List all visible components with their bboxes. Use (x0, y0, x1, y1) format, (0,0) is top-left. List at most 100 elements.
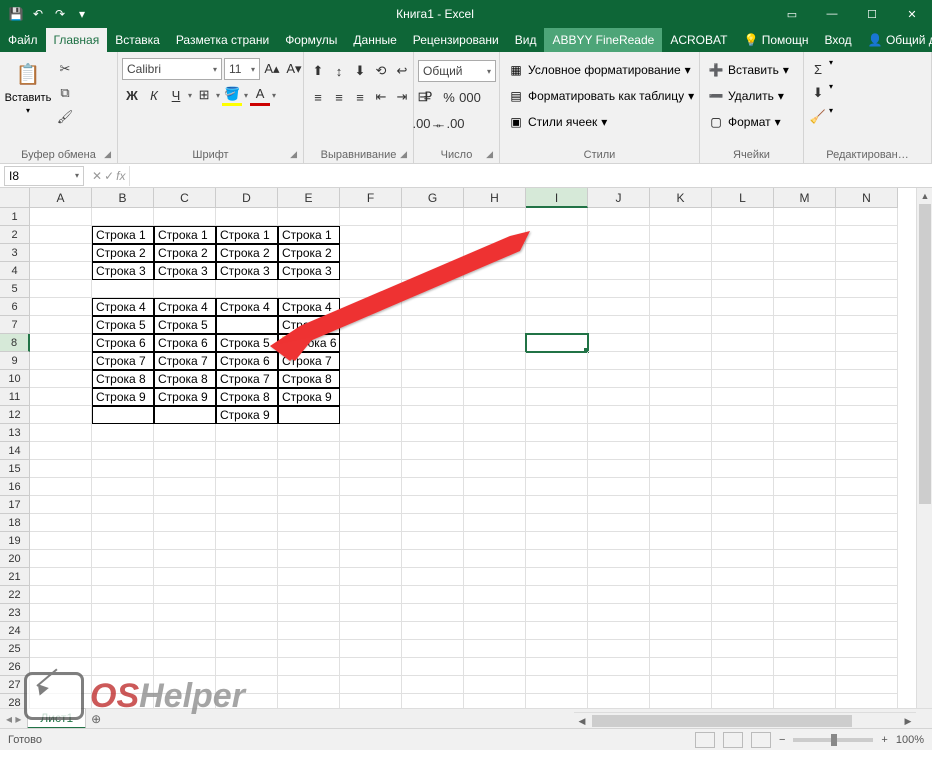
cell[interactable] (402, 280, 464, 298)
cell[interactable] (154, 442, 216, 460)
cell[interactable] (774, 262, 836, 280)
cell[interactable] (526, 586, 588, 604)
cell[interactable] (712, 298, 774, 316)
zoom-out-icon[interactable]: − (779, 734, 785, 746)
cell[interactable] (650, 622, 712, 640)
percent-icon[interactable]: % (439, 86, 459, 108)
cell[interactable] (712, 424, 774, 442)
row-header[interactable]: 23 (0, 604, 30, 622)
cell[interactable] (774, 550, 836, 568)
column-header[interactable]: B (92, 188, 154, 208)
cell[interactable] (588, 334, 650, 352)
cell[interactable] (464, 676, 526, 694)
vertical-scrollbar[interactable]: ▲ ▼ (916, 188, 932, 728)
cell[interactable] (774, 532, 836, 550)
cell[interactable]: Строка 4 (92, 298, 154, 316)
cell[interactable]: Строка 1 (154, 226, 216, 244)
cell[interactable] (402, 604, 464, 622)
cell[interactable] (588, 496, 650, 514)
font-color-icon[interactable]: A (250, 84, 270, 106)
cell[interactable] (836, 334, 898, 352)
cell[interactable] (712, 442, 774, 460)
cell[interactable] (402, 208, 464, 226)
cell[interactable] (588, 676, 650, 694)
column-header[interactable]: F (340, 188, 402, 208)
cell[interactable] (216, 622, 278, 640)
cell[interactable] (712, 370, 774, 388)
cell[interactable] (464, 658, 526, 676)
cell[interactable] (92, 496, 154, 514)
cell[interactable] (402, 586, 464, 604)
cell[interactable] (712, 640, 774, 658)
cell[interactable] (30, 334, 92, 352)
cell[interactable] (774, 388, 836, 406)
row-header[interactable]: 6 (0, 298, 30, 316)
cell[interactable] (588, 622, 650, 640)
cell[interactable] (278, 208, 340, 226)
align-middle-icon[interactable]: ↕ (329, 60, 349, 82)
save-icon[interactable]: 💾 (6, 4, 26, 24)
cell[interactable] (464, 460, 526, 478)
cell[interactable] (402, 424, 464, 442)
cell[interactable] (712, 226, 774, 244)
cell[interactable] (588, 352, 650, 370)
cell[interactable] (712, 676, 774, 694)
cell[interactable] (216, 514, 278, 532)
cell[interactable] (402, 514, 464, 532)
cell[interactable] (588, 298, 650, 316)
cell[interactable] (30, 370, 92, 388)
column-header[interactable]: H (464, 188, 526, 208)
bold-button[interactable]: Ж (122, 84, 142, 106)
cell[interactable] (216, 550, 278, 568)
cell[interactable]: Строка 2 (278, 244, 340, 262)
tab-acrobat[interactable]: ACROBAT (662, 28, 735, 52)
cell[interactable] (464, 316, 526, 334)
cell[interactable] (526, 208, 588, 226)
cell[interactable] (526, 298, 588, 316)
cell[interactable]: Строка 5 (216, 334, 278, 352)
cell[interactable] (650, 226, 712, 244)
cell[interactable] (464, 496, 526, 514)
cell[interactable] (30, 388, 92, 406)
tab-layout[interactable]: Разметка страни (168, 28, 277, 52)
cell[interactable] (774, 406, 836, 424)
cell[interactable] (650, 550, 712, 568)
cell[interactable] (464, 298, 526, 316)
cell[interactable] (92, 208, 154, 226)
dialog-launcher-icon[interactable]: ◢ (290, 149, 297, 160)
cell[interactable] (588, 532, 650, 550)
cell[interactable] (650, 370, 712, 388)
worksheet-grid[interactable]: ABCDEFGHIJKLMN 1234567891011121314151617… (0, 188, 932, 728)
cell[interactable] (588, 604, 650, 622)
cell[interactable] (836, 370, 898, 388)
cell[interactable]: Строка 5 (154, 316, 216, 334)
cell[interactable] (526, 388, 588, 406)
redo-icon[interactable]: ↷ (50, 4, 70, 24)
cell-styles-button[interactable]: ▣Стили ячеек ▾ (504, 110, 611, 134)
cell[interactable]: Строка 8 (216, 388, 278, 406)
page-layout-view-icon[interactable] (723, 732, 743, 748)
cell[interactable] (650, 244, 712, 262)
cell[interactable] (464, 586, 526, 604)
cell[interactable] (278, 460, 340, 478)
cell[interactable] (712, 496, 774, 514)
increase-indent-icon[interactable]: ⇥ (392, 86, 412, 108)
scrollbar-thumb[interactable] (592, 715, 852, 727)
cell[interactable] (836, 352, 898, 370)
cell[interactable] (278, 514, 340, 532)
cell[interactable] (340, 316, 402, 334)
cell[interactable] (588, 244, 650, 262)
row-header[interactable]: 11 (0, 388, 30, 406)
row-header[interactable]: 12 (0, 406, 30, 424)
cell[interactable] (650, 262, 712, 280)
cell[interactable] (402, 406, 464, 424)
cell[interactable]: Строка 5 (278, 316, 340, 334)
decrease-indent-icon[interactable]: ⇤ (371, 86, 391, 108)
cell[interactable] (464, 514, 526, 532)
cell[interactable]: Строка 1 (216, 226, 278, 244)
cell[interactable] (836, 640, 898, 658)
cell[interactable] (588, 370, 650, 388)
scroll-right-icon[interactable]: ▶ (900, 713, 916, 728)
cell[interactable] (340, 280, 402, 298)
copy-icon[interactable]: ⧉ (54, 82, 76, 104)
